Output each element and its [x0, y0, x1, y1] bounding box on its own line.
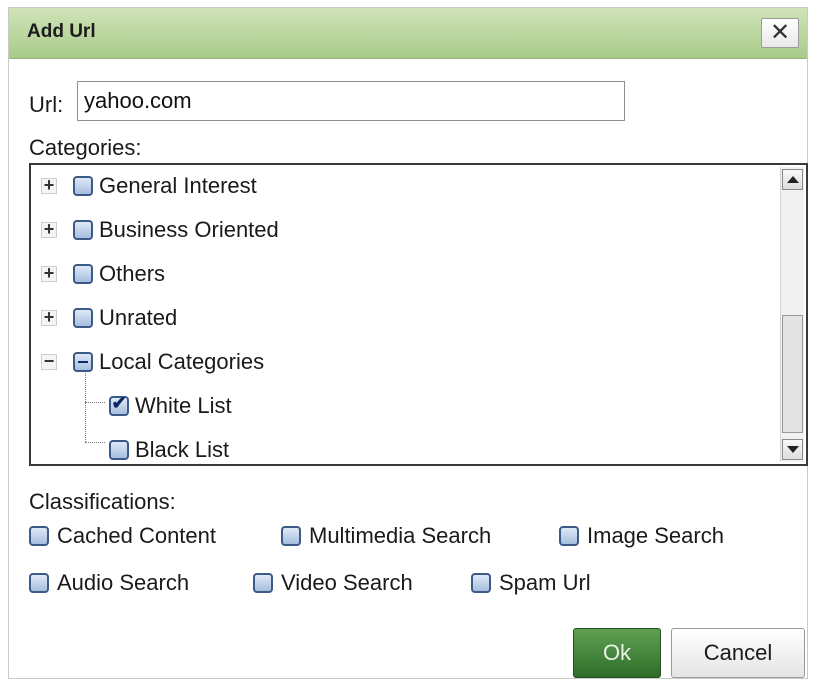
add-url-dialog: Add Url ✕ Url: Categories: + General Int…: [8, 7, 808, 679]
classifications-label: Classifications:: [29, 489, 176, 514]
close-icon: ✕: [769, 19, 791, 46]
classification-label: Image Search: [587, 523, 724, 548]
collapse-icon[interactable]: −: [41, 352, 57, 370]
expand-icon[interactable]: +: [41, 220, 57, 238]
checkbox-business-oriented[interactable]: [73, 220, 93, 240]
scroll-down-button[interactable]: [782, 439, 803, 460]
scroll-up-button[interactable]: [782, 169, 803, 190]
expand-icon[interactable]: +: [41, 176, 57, 194]
expand-icon[interactable]: +: [41, 308, 57, 326]
ok-button[interactable]: Ok: [573, 628, 661, 678]
close-button[interactable]: ✕: [761, 18, 799, 48]
checkbox-video-search[interactable]: [253, 573, 273, 593]
url-input[interactable]: [77, 81, 625, 121]
tree-item-label: Others: [99, 261, 166, 286]
checkbox-audio-search[interactable]: [29, 573, 49, 593]
classification-label: Video Search: [281, 570, 413, 595]
checkbox-general-interest[interactable]: [73, 176, 93, 196]
dialog-titlebar[interactable]: Add Url ✕: [9, 8, 807, 59]
classification-label: Audio Search: [57, 570, 190, 595]
tree-item-label: Business Oriented: [99, 217, 279, 242]
classification-label: Spam Url: [499, 570, 591, 595]
tree-connector: [85, 360, 86, 442]
dialog-title: Add Url: [27, 21, 96, 42]
checkbox-cached-content[interactable]: [29, 526, 49, 546]
categories-label: Categories:: [29, 135, 142, 160]
classification-label: Cached Content: [57, 523, 216, 548]
partial-check-icon: [78, 361, 88, 363]
categories-tree: + General Interest + Business Oriented +…: [29, 163, 808, 466]
tree-connector: [85, 442, 105, 443]
checkbox-multimedia-search[interactable]: [281, 526, 301, 546]
cancel-button[interactable]: Cancel: [671, 628, 805, 678]
expand-icon[interactable]: +: [41, 264, 57, 282]
checkbox-spam-url[interactable]: [471, 573, 491, 593]
tree-item-label: Black List: [135, 437, 230, 462]
classification-label: Multimedia Search: [309, 523, 492, 548]
checkbox-local-categories[interactable]: [73, 352, 93, 372]
checkbox-unrated[interactable]: [73, 308, 93, 328]
tree-item-label: General Interest: [99, 173, 257, 198]
checkmark-icon: ✔: [111, 393, 127, 413]
checkbox-image-search[interactable]: [559, 526, 579, 546]
checkbox-others[interactable]: [73, 264, 93, 284]
arrow-up-icon: [787, 176, 799, 183]
tree-item-label: White List: [135, 393, 232, 418]
url-label: Url:: [29, 92, 64, 117]
checkbox-black-list[interactable]: [109, 440, 129, 460]
tree-item-label: Unrated: [99, 305, 178, 330]
tree-item-label: Local Categories: [99, 349, 265, 374]
tree-connector: [85, 402, 105, 403]
tree-scrollbar[interactable]: [780, 167, 804, 462]
checkbox-white-list[interactable]: ✔: [109, 393, 129, 416]
arrow-down-icon: [787, 446, 799, 453]
scroll-thumb[interactable]: [782, 315, 803, 433]
